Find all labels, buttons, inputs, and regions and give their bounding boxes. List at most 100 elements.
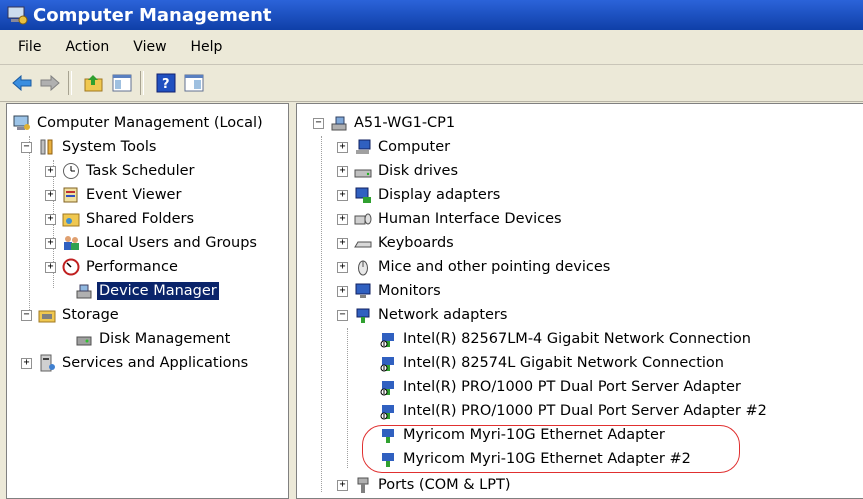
network-adapter-item[interactable]: Intel(R) 82574L Gigabit Network Connecti… xyxy=(373,352,726,374)
tree-label: Event Viewer xyxy=(86,187,182,203)
network-adapter-item[interactable]: Intel(R) PRO/1000 PT Dual Port Server Ad… xyxy=(373,376,743,398)
collapse-toggle[interactable]: − xyxy=(21,141,32,153)
tree-node-shared-folders[interactable]: + Shared Folders xyxy=(45,208,196,230)
event-viewer-icon xyxy=(62,186,80,204)
computer-management-icon xyxy=(5,4,29,26)
expand-toggle[interactable]: + xyxy=(21,357,32,369)
network-adapter-icon xyxy=(379,354,397,372)
expand-toggle[interactable]: + xyxy=(45,213,56,225)
tree-node-computer-root[interactable]: − A51-WG1-CP1 xyxy=(313,112,457,134)
tree-node-disk-management[interactable]: Disk Management xyxy=(69,328,232,350)
tree-node-task-scheduler[interactable]: + Task Scheduler xyxy=(45,160,197,182)
menu-file[interactable]: File xyxy=(16,37,43,57)
tree-label: Disk Management xyxy=(99,331,231,347)
tree-node-performance[interactable]: + Performance xyxy=(45,256,180,278)
expand-toggle[interactable]: + xyxy=(337,261,348,273)
mouse-icon xyxy=(354,258,372,276)
expand-toggle[interactable]: + xyxy=(337,189,348,201)
tree-label: A51-WG1-CP1 xyxy=(354,115,456,131)
tree-node-root[interactable]: Computer Management (Local) xyxy=(11,112,265,134)
device-category-ports[interactable]: + Ports (COM & LPT) xyxy=(337,474,512,496)
tree-node-system-tools[interactable]: − System Tools xyxy=(21,136,158,158)
network-adapter-icon xyxy=(379,402,397,420)
expand-toggle[interactable]: + xyxy=(337,237,348,249)
expand-toggle[interactable]: + xyxy=(45,237,56,249)
collapse-toggle[interactable]: − xyxy=(21,309,32,321)
device-manager-icon xyxy=(75,282,93,300)
shared-folder-icon xyxy=(62,210,80,228)
expand-toggle[interactable]: + xyxy=(337,479,348,491)
tree-label: Monitors xyxy=(378,283,441,299)
tree-label: Local Users and Groups xyxy=(86,235,257,251)
tree-label: System Tools xyxy=(62,139,157,155)
tree-connector xyxy=(29,136,30,314)
tree-label: Shared Folders xyxy=(86,211,195,227)
menu-view[interactable]: View xyxy=(131,37,168,57)
tree-node-storage[interactable]: − Storage xyxy=(21,304,121,326)
menu-help[interactable]: Help xyxy=(189,37,225,57)
tree-label: Mice and other pointing devices xyxy=(378,259,611,275)
toolbar: ? xyxy=(0,65,863,102)
svg-text:?: ? xyxy=(162,77,170,92)
device-category-network-adapters[interactable]: − Network adapters xyxy=(337,304,509,326)
up-folder-icon[interactable] xyxy=(82,71,106,95)
tree-label: Network adapters xyxy=(378,307,508,323)
menu-bar: File Action View Help xyxy=(0,30,863,65)
toolbar-separator xyxy=(68,71,72,95)
show-hide-tree-icon[interactable] xyxy=(110,71,134,95)
device-category-hid[interactable]: + Human Interface Devices xyxy=(337,208,564,230)
expand-toggle[interactable]: + xyxy=(45,189,56,201)
tree-connector xyxy=(347,328,348,468)
forward-arrow-icon[interactable] xyxy=(38,71,62,95)
device-category-computer[interactable]: + Computer xyxy=(337,136,452,158)
expand-toggle[interactable]: + xyxy=(45,261,56,273)
device-category-monitors[interactable]: + Monitors xyxy=(337,280,443,302)
tree-label: Computer Management (Local) xyxy=(37,115,263,131)
services-icon xyxy=(38,354,56,372)
tree-label: Ports (COM & LPT) xyxy=(378,477,511,493)
toolbar-separator xyxy=(140,71,144,95)
tree-label: Disk drives xyxy=(378,163,459,179)
tree-node-services[interactable]: + Services and Applications xyxy=(21,352,250,374)
expand-toggle[interactable]: + xyxy=(45,165,56,177)
tree-label: Performance xyxy=(86,259,178,275)
storage-icon xyxy=(38,306,56,324)
collapse-toggle[interactable]: − xyxy=(337,309,348,321)
monitor-icon xyxy=(354,282,372,300)
expand-toggle[interactable]: + xyxy=(337,213,348,225)
console-tree-pane[interactable]: Computer Management (Local) − System Too… xyxy=(6,103,289,499)
help-icon[interactable]: ? xyxy=(154,71,178,95)
computer-management-icon xyxy=(13,114,31,132)
tree-label: Device Manager xyxy=(97,282,219,300)
device-category-display-adapters[interactable]: + Display adapters xyxy=(337,184,502,206)
tree-label: Services and Applications xyxy=(62,355,249,371)
expand-toggle[interactable]: + xyxy=(337,165,348,177)
computer-icon xyxy=(354,138,372,156)
title-bar[interactable]: Computer Management xyxy=(0,0,863,30)
keyboard-icon xyxy=(354,234,372,252)
device-category-mice[interactable]: + Mice and other pointing devices xyxy=(337,256,612,278)
back-arrow-icon[interactable] xyxy=(10,71,34,95)
tree-label: Intel(R) PRO/1000 PT Dual Port Server Ad… xyxy=(403,379,741,395)
network-adapter-icon xyxy=(379,378,397,396)
tree-label: Computer xyxy=(378,139,451,155)
tree-node-event-viewer[interactable]: + Event Viewer xyxy=(45,184,183,206)
console-view-icon[interactable] xyxy=(182,71,206,95)
network-adapter-item[interactable]: Intel(R) 82567LM-4 Gigabit Network Conne… xyxy=(373,328,753,350)
display-adapter-icon xyxy=(354,186,372,204)
highlight-ellipse xyxy=(362,425,740,473)
device-category-disk-drives[interactable]: + Disk drives xyxy=(337,160,460,182)
tree-node-device-manager[interactable]: Device Manager xyxy=(69,280,219,302)
device-category-keyboards[interactable]: + Keyboards xyxy=(337,232,456,254)
tree-label: Intel(R) 82567LM-4 Gigabit Network Conne… xyxy=(403,331,751,347)
tree-node-local-users[interactable]: + Local Users and Groups xyxy=(45,232,259,254)
menu-action[interactable]: Action xyxy=(63,37,111,57)
tree-label: Task Scheduler xyxy=(86,163,195,179)
computer-icon xyxy=(330,114,348,132)
network-adapter-item[interactable]: Intel(R) PRO/1000 PT Dual Port Server Ad… xyxy=(373,400,769,422)
expand-toggle[interactable]: + xyxy=(337,285,348,297)
tree-label: Human Interface Devices xyxy=(378,211,562,227)
computer-management-window: Computer Management File Action View Hel… xyxy=(0,0,863,499)
collapse-toggle[interactable]: − xyxy=(313,117,324,129)
expand-toggle[interactable]: + xyxy=(337,141,348,153)
